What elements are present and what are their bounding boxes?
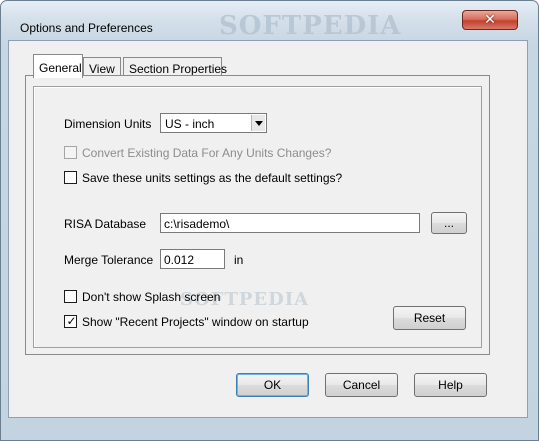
chevron-down-icon[interactable] <box>251 115 265 131</box>
risa-database-value: c:\risademo\ <box>164 217 230 231</box>
risa-database-label: RISA Database <box>64 217 147 231</box>
recent-projects-label: Show "Recent Projects" window on startup <box>82 315 309 329</box>
tab-section-properties-label: Section Properties <box>129 62 228 76</box>
checkmark-icon: ✓ <box>66 314 77 328</box>
save-units-checkbox[interactable] <box>64 171 77 184</box>
convert-existing-checkbox[interactable] <box>64 146 77 159</box>
help-button[interactable]: Help <box>414 373 487 397</box>
tab-general-label: General <box>39 61 82 75</box>
cancel-button-label: Cancel <box>342 378 381 392</box>
save-units-label: Save these units settings as the default… <box>82 171 343 185</box>
convert-existing-label: Convert Existing Data For Any Units Chan… <box>82 146 332 160</box>
close-icon: ✕ <box>484 12 496 28</box>
reset-button[interactable]: Reset <box>393 306 466 330</box>
dimension-units-value: US - inch <box>165 117 215 131</box>
close-button[interactable]: ✕ <box>462 10 518 30</box>
merge-tolerance-input[interactable]: 0.012 <box>160 249 225 269</box>
cancel-button[interactable]: Cancel <box>325 373 398 397</box>
tab-general[interactable]: General <box>33 54 83 78</box>
window-title: Options and Preferences <box>20 21 153 35</box>
watermark: SOFTPEDIA <box>219 11 402 41</box>
dimension-units-label: Dimension Units <box>64 117 152 131</box>
merge-tolerance-label: Merge Tolerance <box>64 253 154 267</box>
recent-projects-checkbox[interactable]: ✓ <box>64 314 77 328</box>
browse-button-label: ... <box>443 216 454 230</box>
splash-label: Don't show Splash screen <box>82 290 221 304</box>
browse-button[interactable]: ... <box>431 212 467 234</box>
dimension-units-select[interactable]: US - inch <box>160 113 267 133</box>
merge-tolerance-value: 0.012 <box>164 253 195 267</box>
help-button-label: Help <box>438 378 463 392</box>
tab-view-label: View <box>89 62 115 76</box>
merge-tolerance-unit: in <box>234 253 244 267</box>
risa-database-input[interactable]: c:\risademo\ <box>160 213 420 233</box>
splash-checkbox[interactable] <box>64 290 77 303</box>
ok-button-label: OK <box>263 378 282 392</box>
reset-button-label: Reset <box>413 311 446 325</box>
ok-button[interactable]: OK <box>236 373 309 397</box>
